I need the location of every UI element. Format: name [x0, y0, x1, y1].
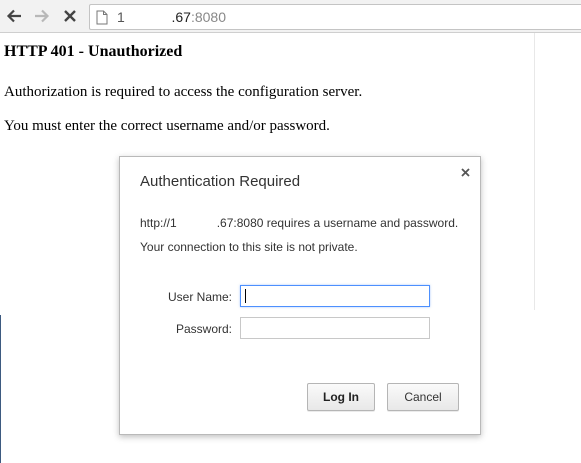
close-icon [460, 167, 470, 177]
close-icon [64, 10, 76, 22]
browser-toolbar: 1 .67:8080 [0, 0, 581, 33]
connection-note: Your connection to this site is not priv… [140, 240, 358, 254]
page-icon [96, 10, 108, 25]
username-field[interactable] [240, 285, 430, 307]
url-prefix: 1 [117, 9, 125, 25]
dialog-message-suffix: .67:8080 requires a username and passwor… [216, 216, 459, 230]
password-field[interactable] [240, 317, 430, 339]
stop-button[interactable] [60, 5, 80, 27]
page-title: HTTP 401 - Unauthorized [4, 43, 183, 60]
url-host: .67 [171, 9, 191, 25]
auth-dialog: Authentication Required http://1 .67:808… [119, 156, 481, 435]
dialog-message: http://1 .67:8080 requires a username an… [140, 216, 458, 230]
login-button[interactable]: Log In [307, 383, 375, 411]
password-label: Password: [175, 322, 232, 336]
page-content: HTTP 401 - Unauthorized Authorization is… [4, 42, 544, 134]
text-caret [245, 289, 246, 303]
dialog-close-button[interactable] [458, 165, 472, 179]
username-label: User Name: [167, 290, 232, 304]
back-arrow-icon [6, 9, 21, 23]
address-url: 1 .67:8080 [117, 9, 226, 25]
url-port: :8080 [190, 9, 226, 25]
dialog-title: Authentication Required [140, 173, 301, 190]
page-paragraph-authorization: Authorization is required to access the … [4, 84, 363, 100]
dialog-message-prefix: http://1 [140, 216, 177, 230]
back-button[interactable] [4, 5, 24, 27]
forward-arrow-icon [35, 9, 50, 23]
address-bar[interactable]: 1 .67:8080 [89, 4, 581, 30]
page-divider [534, 33, 535, 310]
cancel-button[interactable]: Cancel [387, 383, 459, 411]
page-paragraph-credentials: You must enter the correct username and/… [4, 118, 330, 134]
window-edge [0, 315, 1, 463]
forward-button[interactable] [32, 5, 52, 27]
